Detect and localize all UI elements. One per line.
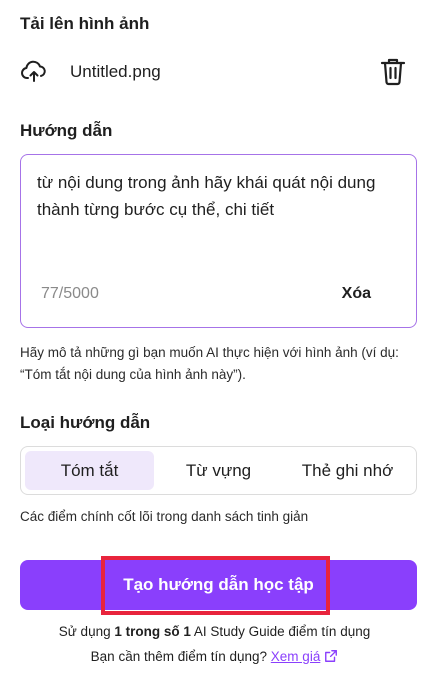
instructions-text[interactable]: từ nội dung trong ảnh hãy khái quát nội … <box>37 169 402 223</box>
instructions-title: Hướng dẫn <box>20 121 113 140</box>
trash-icon[interactable] <box>379 56 407 86</box>
tab-summary[interactable]: Tóm tắt <box>25 451 154 490</box>
uploaded-file-row: Untitled.png <box>20 56 409 88</box>
create-study-guide-button[interactable]: Tạo hướng dẫn học tập <box>20 556 417 615</box>
tab-flashcards[interactable]: Thẻ ghi nhớ <box>283 451 412 490</box>
instructions-textarea[interactable]: từ nội dung trong ảnh hãy khái quát nội … <box>20 154 417 328</box>
more-credits-text: Bạn cần thêm điểm tín dụng? <box>90 649 271 664</box>
more-credits: Bạn cần thêm điểm tín dụng? Xem giá <box>0 649 429 664</box>
clear-button[interactable]: Xóa <box>342 285 371 303</box>
usage-suffix: AI Study Guide điểm tín dụng <box>190 624 371 639</box>
usage-info: Sử dụng 1 trong số 1 AI Study Guide điểm… <box>0 624 429 639</box>
create-study-guide-label: Tạo hướng dẫn học tập <box>123 575 314 594</box>
guide-type-title: Loại hướng dẫn <box>20 413 151 432</box>
file-name: Untitled.png <box>70 62 161 81</box>
guide-type-tabs: Tóm tắt Từ vựng Thẻ ghi nhớ <box>20 446 417 495</box>
view-pricing-link[interactable]: Xem giá <box>271 649 321 664</box>
character-counter: 77/5000 <box>41 285 99 302</box>
instructions-hint: Hãy mô tả những gì bạn muốn AI thực hiện… <box>20 345 399 382</box>
usage-prefix: Sử dụng <box>58 624 115 639</box>
guide-type-description: Các điểm chính cốt lõi trong danh sách t… <box>20 509 309 524</box>
usage-count: 1 trong số 1 <box>114 624 191 639</box>
upload-section-title: Tải lên hình ảnh <box>20 14 150 33</box>
tab-vocabulary[interactable]: Từ vựng <box>154 451 283 490</box>
cloud-upload-icon <box>21 60 46 82</box>
external-link-icon[interactable] <box>324 649 338 663</box>
